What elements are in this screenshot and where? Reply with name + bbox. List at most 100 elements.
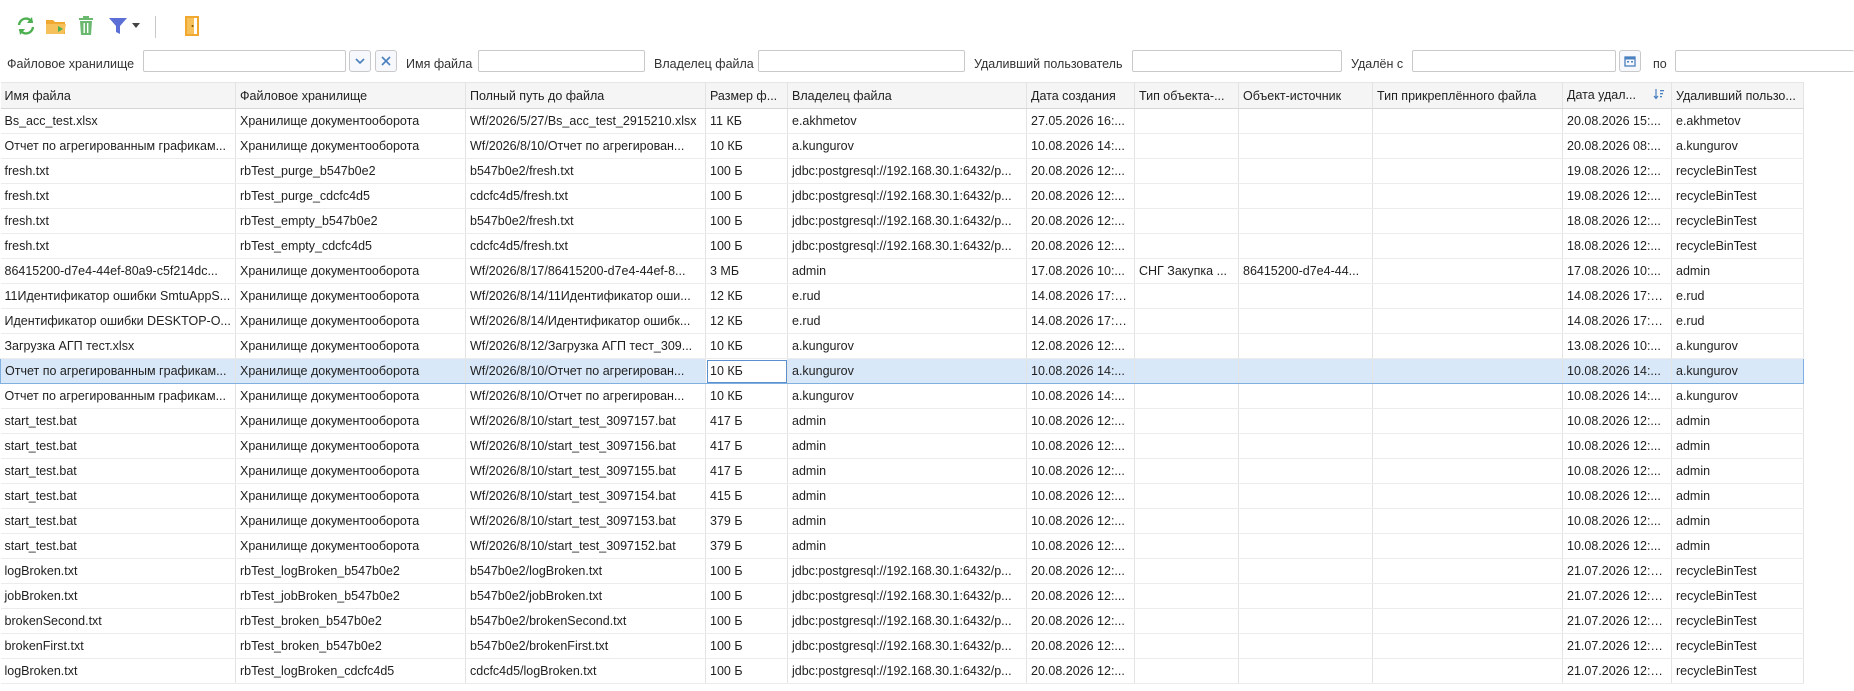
cell-created[interactable]: 10.08.2026 14:... — [1026, 358, 1135, 384]
cell-object-type[interactable] — [1134, 358, 1239, 384]
cell-path[interactable]: b547b0e2/brokenSecond.txt — [465, 608, 706, 634]
cell-attachment-type[interactable] — [1372, 658, 1563, 684]
cell-deleted-by[interactable]: recycleBinTest — [1671, 233, 1804, 259]
cell-owner[interactable]: jdbc:postgresql://192.168.30.1:6432/p... — [787, 208, 1027, 234]
column-header-storage[interactable]: Файловое хранилище — [235, 82, 466, 109]
storage-clear-button[interactable] — [375, 50, 397, 72]
cell-deleted-by[interactable]: admin — [1671, 508, 1804, 534]
cell-created[interactable]: 12.08.2026 12:... — [1026, 333, 1135, 359]
cell-owner[interactable]: admin — [787, 533, 1027, 559]
cell-created[interactable]: 14.08.2026 17:1... — [1026, 308, 1135, 334]
cell-source-object[interactable] — [1238, 308, 1373, 334]
cell-storage[interactable]: Хранилище документооборота — [235, 508, 466, 534]
cell-filename[interactable]: logBroken.txt — [0, 658, 236, 684]
cell-deleted-date[interactable]: 21.07.2026 12:1... — [1562, 583, 1672, 609]
cell-attachment-type[interactable] — [1372, 583, 1563, 609]
cell-owner[interactable]: e.rud — [787, 308, 1027, 334]
cell-object-type[interactable] — [1134, 158, 1239, 184]
cell-source-object[interactable] — [1238, 633, 1373, 659]
cell-created[interactable]: 10.08.2026 14:... — [1026, 133, 1135, 159]
cell-deleted-by[interactable]: recycleBinTest — [1671, 583, 1804, 609]
table-row[interactable]: 11Идентификатор ошибки SmtuAppS... Хранил… — [0, 283, 1804, 309]
cell-deleted-date[interactable]: 19.08.2026 12:... — [1562, 183, 1672, 209]
cell-size[interactable]: 100 Б — [705, 208, 788, 234]
cell-deleted-date[interactable]: 21.07.2026 12:1... — [1562, 633, 1672, 659]
cell-deleted-by[interactable]: recycleBinTest — [1671, 183, 1804, 209]
cell-owner[interactable]: a.kungurov — [787, 333, 1027, 359]
cell-filename[interactable]: start_test.bat — [0, 533, 236, 559]
delete-icon[interactable] — [72, 12, 100, 40]
restore-folder-icon[interactable] — [42, 12, 70, 40]
cell-size[interactable]: 10 КБ — [705, 133, 788, 159]
cell-deleted-by[interactable]: e.rud — [1671, 283, 1804, 309]
cell-path[interactable]: cdcfc4d5/fresh.txt — [465, 183, 706, 209]
cell-path[interactable]: b547b0e2/fresh.txt — [465, 158, 706, 184]
cell-storage[interactable]: rbTest_broken_b547b0e2 — [235, 633, 466, 659]
cell-deleted-by[interactable]: admin — [1671, 483, 1804, 509]
cell-filename[interactable]: Идентификатор ошибки DESKTOP-O... — [0, 308, 236, 334]
refresh-icon[interactable] — [12, 12, 40, 40]
cell-storage[interactable]: rbTest_empty_b547b0e2 — [235, 208, 466, 234]
cell-created[interactable]: 20.08.2026 12:... — [1026, 633, 1135, 659]
cell-deleted-by[interactable]: a.kungurov — [1671, 333, 1804, 359]
cell-filename[interactable]: 11Идентификатор ошибки SmtuAppS... — [0, 283, 236, 309]
cell-attachment-type[interactable] — [1372, 608, 1563, 634]
cell-path[interactable]: Wf/2026/8/10/start_test_3097153.bat — [465, 508, 706, 534]
cell-path[interactable]: Wf/2026/8/14/Идентификатор ошибк... — [465, 308, 706, 334]
cell-path[interactable]: b547b0e2/brokenFirst.txt — [465, 633, 706, 659]
cell-size[interactable]: 100 Б — [705, 183, 788, 209]
cell-created[interactable]: 27.05.2026 16:... — [1026, 108, 1135, 134]
cell-attachment-type[interactable] — [1372, 258, 1563, 284]
column-header-filename[interactable]: Имя файла — [0, 82, 236, 109]
cell-deleted-date[interactable]: 10.08.2026 12:... — [1562, 408, 1672, 434]
cell-filename[interactable]: 86415200-d7e4-44ef-80a9-c5f214dc... — [0, 258, 236, 284]
cell-attachment-type[interactable] — [1372, 433, 1563, 459]
cell-created[interactable]: 20.08.2026 12:... — [1026, 658, 1135, 684]
column-header-size[interactable]: Размер ф... — [705, 82, 788, 109]
table-row[interactable]: start_test.bat Хранилище документооборота… — [0, 408, 1804, 434]
cell-object-type[interactable] — [1134, 558, 1239, 584]
cell-owner[interactable]: admin — [787, 508, 1027, 534]
exit-door-icon[interactable] — [178, 12, 206, 40]
cell-storage[interactable]: Хранилище документооборота — [235, 458, 466, 484]
filename-filter-input[interactable] — [478, 50, 645, 72]
cell-deleted-by[interactable]: recycleBinTest — [1671, 633, 1804, 659]
cell-deleted-date[interactable]: 19.08.2026 12:... — [1562, 158, 1672, 184]
cell-source-object[interactable] — [1238, 108, 1373, 134]
cell-size[interactable]: 11 КБ — [705, 108, 788, 134]
cell-path[interactable]: Wf/2026/8/10/start_test_3097152.bat — [465, 533, 706, 559]
table-row[interactable]: Загрузка АГП тест.xlsx Хранилище документ… — [0, 333, 1804, 359]
cell-source-object[interactable] — [1238, 658, 1373, 684]
cell-owner[interactable]: jdbc:postgresql://192.168.30.1:6432/p... — [787, 583, 1027, 609]
cell-owner[interactable]: jdbc:postgresql://192.168.30.1:6432/p... — [787, 233, 1027, 259]
cell-deleted-by[interactable]: admin — [1671, 408, 1804, 434]
cell-object-type[interactable] — [1134, 483, 1239, 509]
cell-deleted-by[interactable]: a.kungurov — [1671, 133, 1804, 159]
cell-object-type[interactable] — [1134, 633, 1239, 659]
table-row[interactable]: start_test.bat Хранилище документооборота… — [0, 458, 1804, 484]
cell-attachment-type[interactable] — [1372, 133, 1563, 159]
cell-object-type[interactable] — [1134, 383, 1239, 409]
cell-owner[interactable]: admin — [787, 433, 1027, 459]
cell-source-object[interactable] — [1238, 208, 1373, 234]
cell-object-type[interactable] — [1134, 333, 1239, 359]
cell-size[interactable]: 379 Б — [705, 508, 788, 534]
cell-storage[interactable]: Хранилище документооборота — [235, 108, 466, 134]
cell-path[interactable]: b547b0e2/fresh.txt — [465, 208, 706, 234]
cell-filename[interactable]: jobBroken.txt — [0, 583, 236, 609]
cell-object-type[interactable] — [1134, 433, 1239, 459]
cell-object-type[interactable] — [1134, 458, 1239, 484]
cell-object-type[interactable] — [1134, 183, 1239, 209]
cell-size[interactable]: 100 Б — [705, 158, 788, 184]
cell-storage[interactable]: rbTest_purge_cdcfc4d5 — [235, 183, 466, 209]
table-row[interactable]: start_test.bat Хранилище документооборота… — [0, 508, 1804, 534]
table-row[interactable]: Отчет по агрегированным графикам... Храни… — [0, 133, 1804, 159]
cell-owner[interactable]: a.kungurov — [787, 358, 1027, 384]
column-header-attachment-type[interactable]: Тип прикреплённого файла — [1372, 82, 1563, 109]
cell-filename[interactable]: fresh.txt — [0, 183, 236, 209]
cell-storage[interactable]: Хранилище документооборота — [235, 433, 466, 459]
cell-owner[interactable]: admin — [787, 483, 1027, 509]
cell-created[interactable]: 17.08.2026 10:... — [1026, 258, 1135, 284]
cell-storage[interactable]: rbTest_logBroken_cdcfc4d5 — [235, 658, 466, 684]
cell-deleted-date[interactable]: 14.08.2026 17:1... — [1562, 308, 1672, 334]
